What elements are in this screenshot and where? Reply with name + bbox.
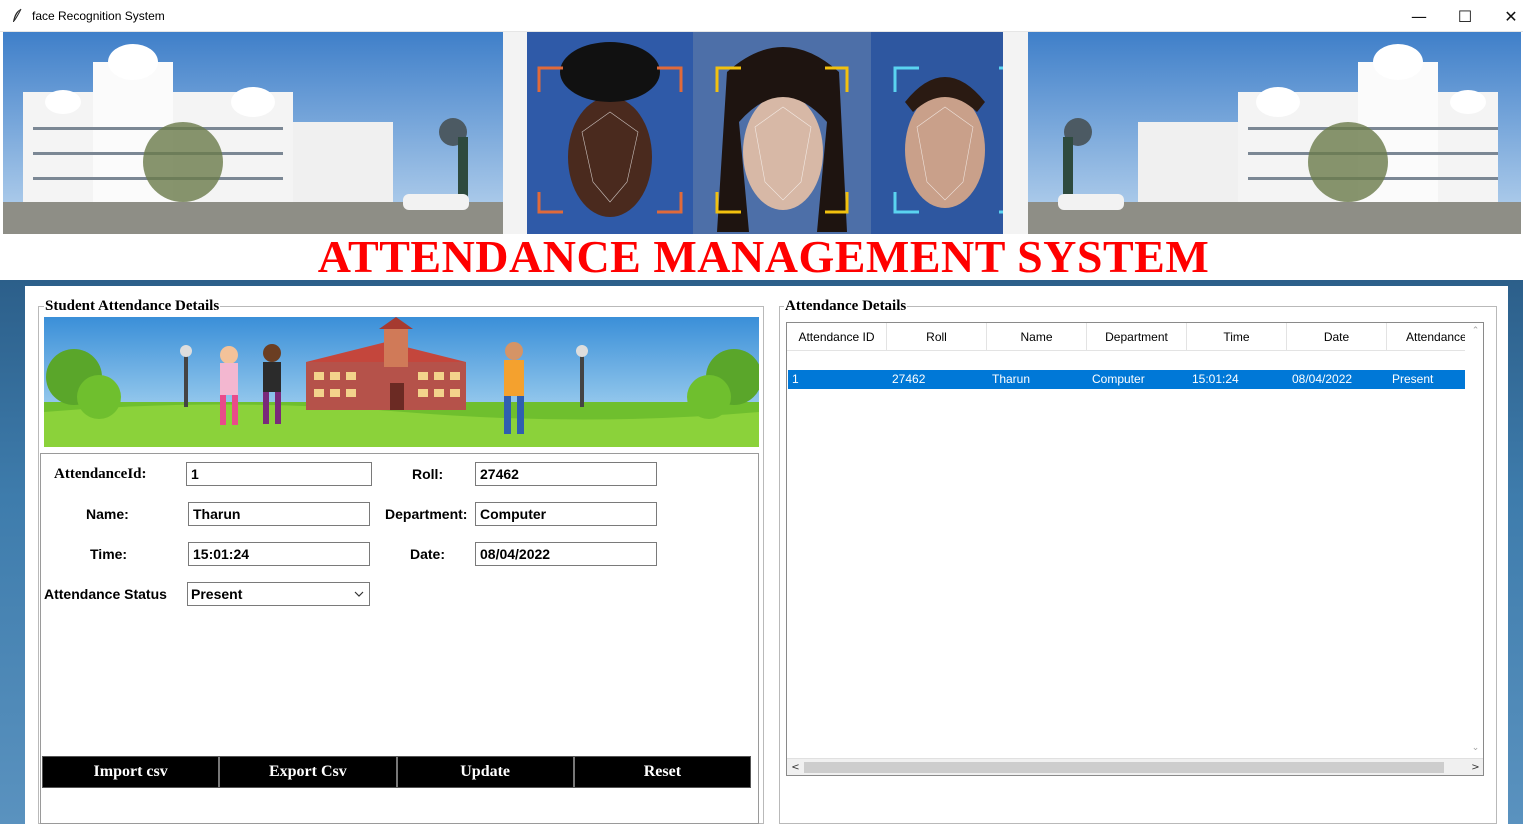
attendance-details-title: Attendance Details <box>784 298 908 314</box>
header-banner <box>3 32 1521 234</box>
date-label: Date: <box>410 546 446 562</box>
column-header[interactable]: Attendance ID <box>787 323 887 351</box>
column-header[interactable]: Time <box>1187 323 1287 351</box>
attendance-id-label: AttendanceId: <box>54 466 147 482</box>
action-button-bar: Import csv Export Csv Update Reset <box>42 756 751 788</box>
horizontal-scrollbar[interactable]: < > <box>787 758 1483 775</box>
maximize-button[interactable]: ☐ <box>1442 0 1488 32</box>
table-row[interactable]: 1 27462 Tharun Computer 15:01:24 08/04/2… <box>788 370 1465 389</box>
attendance-table[interactable]: Attendance ID Roll Name Department Time … <box>786 322 1484 776</box>
table-cell: 27462 <box>892 372 926 386</box>
table-cell: 08/04/2022 <box>1292 372 1353 386</box>
time-field[interactable]: 15:01:24 <box>188 542 370 566</box>
vertical-scrollbar[interactable]: ⌃ ⌄ <box>1467 323 1483 757</box>
scroll-up-icon[interactable]: ⌃ <box>1467 323 1483 340</box>
name-field[interactable]: Tharun <box>188 502 370 526</box>
attendance-status-value: Present <box>191 586 243 602</box>
scroll-down-icon[interactable]: ⌄ <box>1467 740 1483 757</box>
page-title: ATTENDANCE MANAGEMENT SYSTEM <box>317 231 1210 282</box>
attendance-status-select[interactable]: Present <box>187 582 370 606</box>
roll-field[interactable]: 27462 <box>475 462 657 486</box>
chevron-down-icon[interactable] <box>353 586 365 602</box>
heading-strip: ATTENDANCE MANAGEMENT SYSTEM <box>5 234 1522 280</box>
department-label: Department: <box>385 506 468 522</box>
table-cell: 15:01:24 <box>1192 372 1239 386</box>
table-cell: Computer <box>1092 372 1145 386</box>
table-header: Attendance ID Roll Name Department Time … <box>787 323 1465 351</box>
campus-image-right <box>1028 32 1521 234</box>
column-header[interactable]: Attendance <box>1387 323 1465 351</box>
export-csv-button[interactable]: Export Csv <box>220 757 398 787</box>
column-header[interactable]: Roll <box>887 323 987 351</box>
school-illustration <box>44 317 759 447</box>
column-header[interactable]: Department <box>1087 323 1187 351</box>
table-cell: Present <box>1392 372 1434 386</box>
table-cell: Tharun <box>992 372 1031 386</box>
name-label: Name: <box>86 506 129 522</box>
attendance-status-label: Attendance Status <box>44 586 167 602</box>
campus-image-left <box>3 32 503 234</box>
import-csv-button[interactable]: Import csv <box>43 757 221 787</box>
department-field[interactable]: Computer <box>475 502 657 526</box>
table-cell: 1 <box>792 372 799 386</box>
scroll-left-icon[interactable]: < <box>787 759 804 775</box>
window-title: face Recognition System <box>32 9 165 23</box>
roll-label: Roll: <box>412 466 444 482</box>
feather-icon <box>13 8 22 22</box>
face-recognition-image <box>527 32 1003 234</box>
update-button[interactable]: Update <box>397 757 575 787</box>
reset-button[interactable]: Reset <box>574 757 750 787</box>
close-button[interactable]: ✕ <box>1488 0 1523 32</box>
column-header[interactable]: Date <box>1287 323 1387 351</box>
scroll-right-icon[interactable]: > <box>1467 759 1483 775</box>
column-header[interactable]: Name <box>987 323 1087 351</box>
scrollbar-thumb[interactable] <box>804 762 1444 773</box>
minimize-button[interactable]: — <box>1396 0 1442 32</box>
time-label: Time: <box>90 546 128 562</box>
title-bar: face Recognition System — ☐ ✕ <box>0 0 1523 32</box>
student-attendance-title: Student Attendance Details <box>44 298 221 314</box>
attendance-id-field[interactable]: 1 <box>186 462 372 486</box>
date-field[interactable]: 08/04/2022 <box>475 542 657 566</box>
